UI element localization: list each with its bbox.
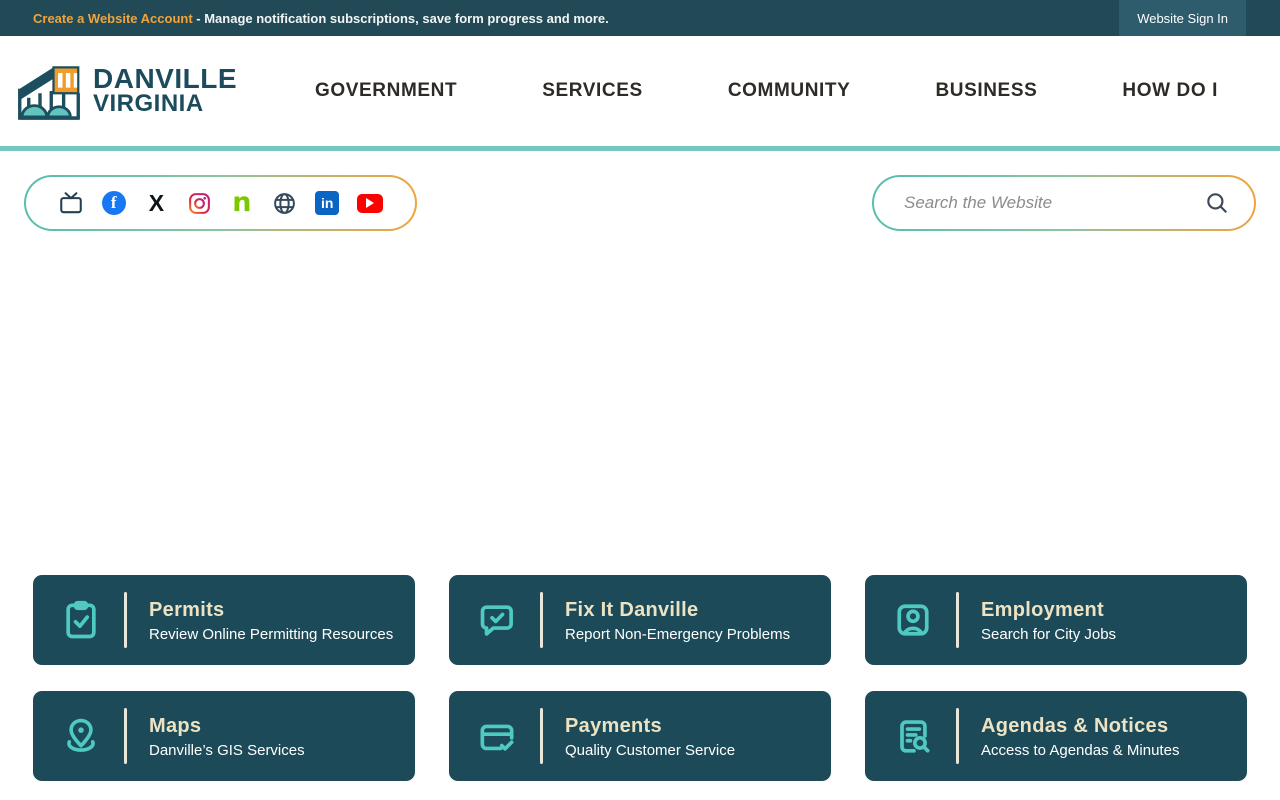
danville-logo-icon — [13, 55, 85, 127]
card-divider — [540, 708, 543, 764]
main-nav: GOVERNMENT SERVICES COMMUNITY BUSINESS H… — [315, 80, 1218, 102]
globe-icon[interactable] — [272, 190, 298, 216]
youtube-icon[interactable] — [357, 190, 383, 216]
quicklink-employment[interactable]: Employment Search for City Jobs — [865, 575, 1247, 665]
card-text: Agendas & Notices Access to Agendas & Mi… — [981, 714, 1179, 759]
header-divider — [0, 146, 1280, 151]
nav-how-do-i[interactable]: HOW DO I — [1122, 80, 1218, 102]
map-pin-icon — [58, 713, 104, 759]
page: Create a Website Account - Manage notifi… — [0, 0, 1280, 800]
search-icon[interactable] — [1204, 190, 1230, 216]
nav-community[interactable]: COMMUNITY — [728, 80, 851, 102]
card-divider — [124, 708, 127, 764]
person-badge-icon — [890, 597, 936, 643]
card-divider — [956, 592, 959, 648]
nav-business[interactable]: BUSINESS — [935, 80, 1037, 102]
credit-card-check-icon — [474, 713, 520, 759]
nav-government[interactable]: GOVERNMENT — [315, 80, 457, 102]
card-text: Employment Search for City Jobs — [981, 598, 1116, 643]
site-header: DANVILLE VIRGINIA GOVERNMENT SERVICES CO… — [0, 36, 1280, 146]
instagram-icon[interactable] — [186, 190, 212, 216]
quicklink-permits[interactable]: Permits Review Online Permitting Resourc… — [33, 575, 415, 665]
linkedin-icon[interactable]: in — [314, 190, 340, 216]
card-text: Maps Danville’s GIS Services — [149, 714, 305, 759]
card-divider — [124, 592, 127, 648]
hero-region — [0, 231, 1280, 575]
quicklink-fix-it-danville[interactable]: Fix It Danville Report Non-Emergency Pro… — [449, 575, 831, 665]
logo-wordmark: DANVILLE VIRGINIA — [93, 66, 237, 115]
site-logo[interactable]: DANVILLE VIRGINIA — [13, 55, 237, 127]
chat-check-icon — [474, 597, 520, 643]
card-text: Fix It Danville Report Non-Emergency Pro… — [565, 598, 790, 643]
quicklink-maps[interactable]: Maps Danville’s GIS Services — [33, 691, 415, 781]
quicklink-payments[interactable]: Payments Quality Customer Service — [449, 691, 831, 781]
account-message-text: - Manage notification subscriptions, sav… — [196, 11, 608, 26]
card-text: Payments Quality Customer Service — [565, 714, 735, 759]
utility-bar: Create a Website Account - Manage notifi… — [0, 0, 1280, 36]
search-input[interactable] — [904, 193, 1204, 213]
create-account-link[interactable]: Create a Website Account — [33, 11, 193, 26]
quick-links-grid: Permits Review Online Permitting Resourc… — [33, 575, 1247, 781]
website-sign-in-button[interactable]: Website Sign In — [1119, 0, 1246, 36]
nextdoor-icon[interactable]: n — [229, 190, 255, 216]
danville-tv-icon[interactable] — [58, 190, 84, 216]
pills-row: f X — [24, 175, 1256, 231]
facebook-icon[interactable]: f — [101, 190, 127, 216]
clipboard-check-icon — [58, 597, 104, 643]
quicklink-agendas-notices[interactable]: Agendas & Notices Access to Agendas & Mi… — [865, 691, 1247, 781]
x-twitter-icon[interactable]: X — [143, 190, 169, 216]
social-links-pill: f X — [24, 175, 417, 231]
site-search — [872, 175, 1256, 231]
account-message: Create a Website Account - Manage notifi… — [0, 11, 609, 26]
card-divider — [956, 708, 959, 764]
document-search-icon — [890, 713, 936, 759]
nav-services[interactable]: SERVICES — [542, 80, 643, 102]
card-divider — [540, 592, 543, 648]
card-text: Permits Review Online Permitting Resourc… — [149, 598, 393, 643]
